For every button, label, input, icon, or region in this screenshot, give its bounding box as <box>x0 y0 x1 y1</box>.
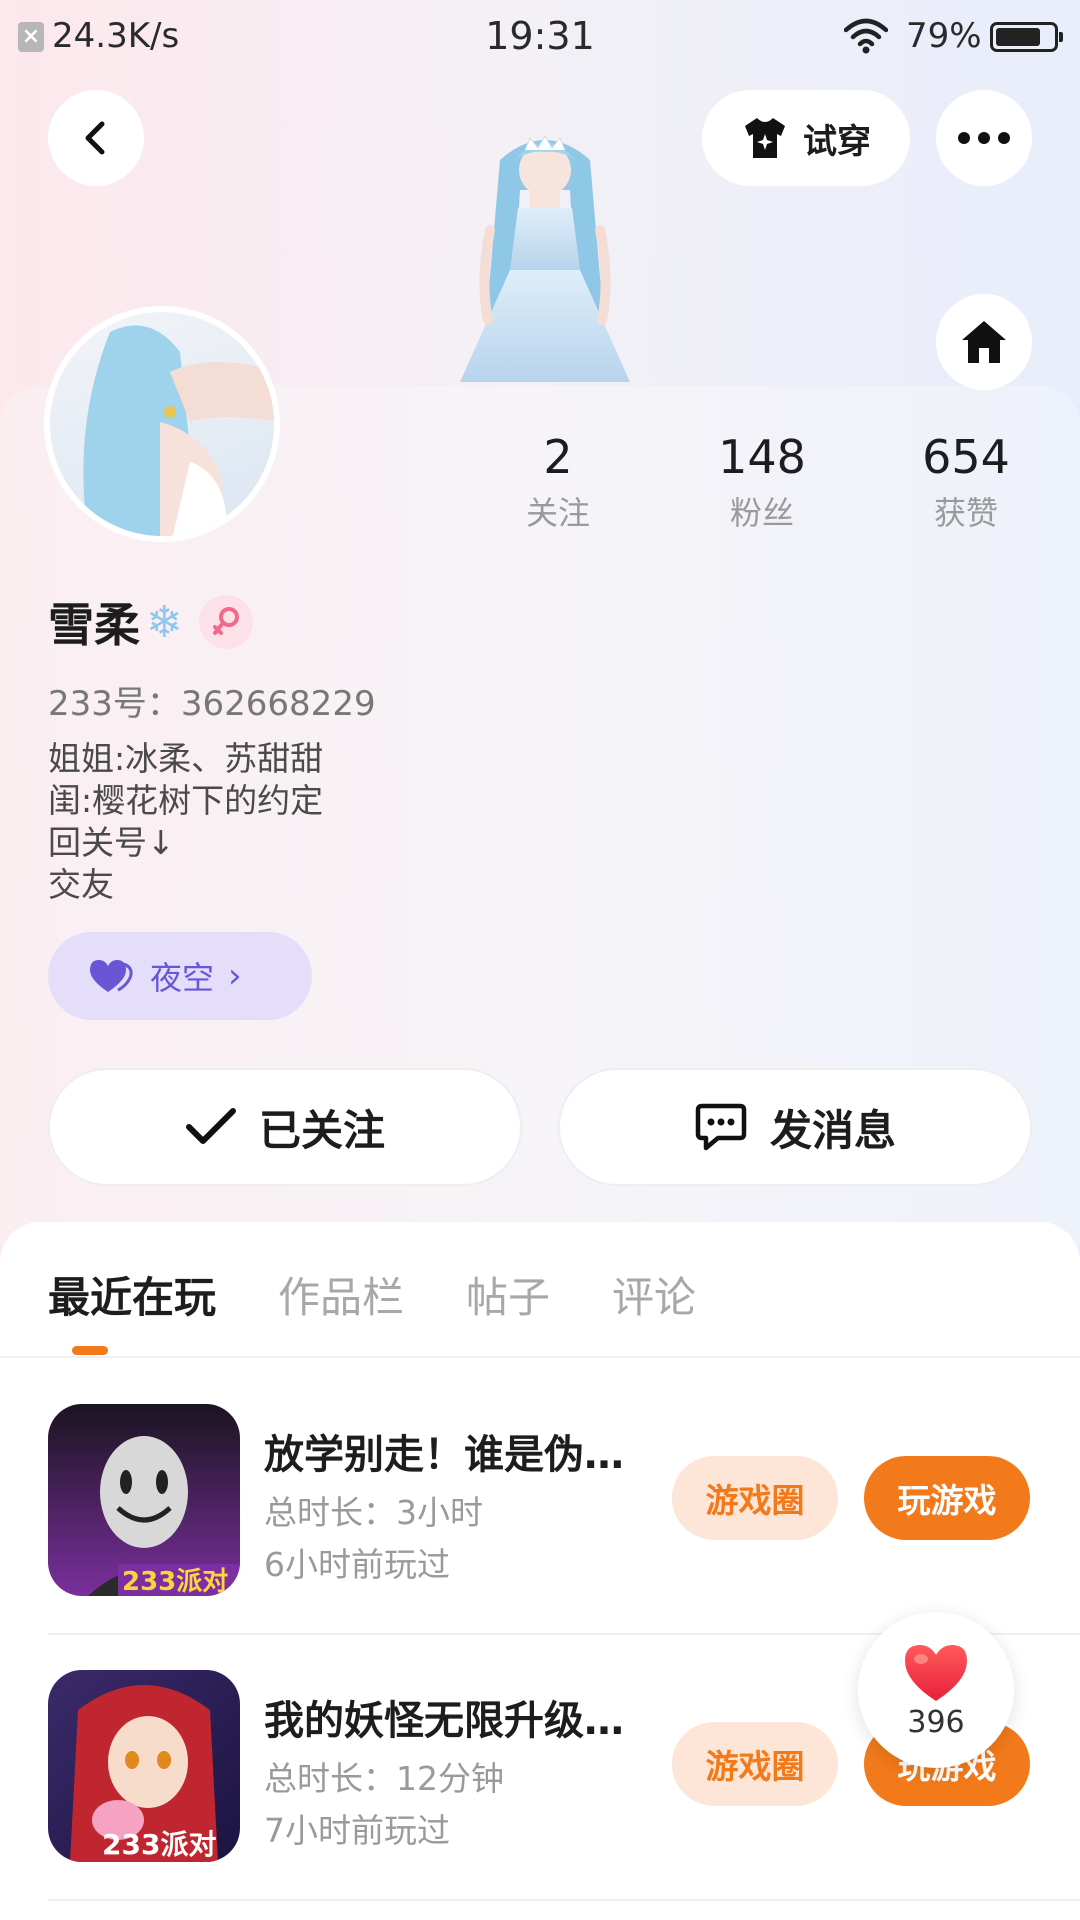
wifi-icon <box>844 18 888 54</box>
stat-label: 粉丝 <box>729 494 794 532</box>
bio-line: 姐姐:冰柔、苏甜甜 <box>48 739 324 778</box>
home-button[interactable] <box>936 294 1032 390</box>
home-icon <box>962 321 1006 363</box>
user-id: 233号：362668229 <box>48 684 376 724</box>
divider <box>0 1356 1080 1358</box>
relationship-tag[interactable]: 夜空 › <box>48 932 312 1020</box>
game-duration: 总时长：12分钟 <box>264 1759 504 1798</box>
more-dots-icon <box>958 132 1010 144</box>
send-message-button[interactable]: 发消息 <box>558 1068 1032 1186</box>
stat-following[interactable]: 2 关注 <box>478 430 638 534</box>
game-circle-button[interactable]: 游戏圈 <box>672 1456 838 1540</box>
content-panel: 最近在玩 作品栏 帖子 评论 233派对 放学别走！谁是伪… 总时长：3小时 6… <box>0 1222 1080 1920</box>
divider <box>48 1899 1080 1901</box>
game-duration: 总时长：3小时 <box>264 1493 483 1532</box>
more-button[interactable] <box>936 90 1032 186</box>
like-floating-button[interactable]: 396 <box>858 1612 1014 1768</box>
try-on-button[interactable]: 试穿 <box>702 90 910 186</box>
female-icon <box>198 595 253 649</box>
game-last-played: 7小时前玩过 <box>264 1811 450 1850</box>
tab-comments[interactable]: 评论 <box>612 1264 696 1334</box>
game-icon-badge: 233派对 <box>102 1828 216 1861</box>
snowflake-icon: ❄ <box>146 596 183 648</box>
stat-followers[interactable]: 148 粉丝 <box>682 430 842 534</box>
tab-posts[interactable]: 帖子 <box>466 1264 550 1334</box>
stat-likes: 654 获赞 <box>886 430 1046 534</box>
chat-icon <box>695 1103 747 1151</box>
bio-line: 闺:樱花树下的约定 <box>48 781 324 820</box>
tag-label: 夜空 <box>150 959 215 997</box>
battery-icon <box>990 22 1063 52</box>
stat-value: 2 <box>543 430 573 484</box>
tab-works[interactable]: 作品栏 <box>278 1264 404 1334</box>
stat-label: 关注 <box>525 494 590 532</box>
game-title: 放学别走！谁是伪… <box>264 1432 624 1478</box>
back-button[interactable] <box>48 90 144 186</box>
bio-line: 交友 <box>48 865 114 904</box>
play-game-button[interactable]: 玩游戏 <box>864 1456 1030 1540</box>
game-title: 我的妖怪无限升级… <box>264 1698 624 1744</box>
tab-recently-played[interactable]: 最近在玩 <box>48 1264 216 1334</box>
check-icon <box>185 1108 236 1144</box>
username: 雪柔 <box>48 598 140 652</box>
character-model-image <box>460 135 630 382</box>
battery-percent: 79% <box>906 16 982 56</box>
followed-label: 已关注 <box>258 1105 385 1155</box>
stat-value: 654 <box>922 430 1010 484</box>
game-circle-button[interactable]: 游戏圈 <box>672 1722 838 1806</box>
battery-level <box>996 28 1041 46</box>
bio-line: 回关号↓ <box>48 823 175 862</box>
back-arrow-icon <box>85 121 105 155</box>
message-label: 发消息 <box>769 1105 896 1155</box>
game-last-played: 6小时前玩过 <box>264 1545 450 1584</box>
list-item[interactable]: 233派对 放学别走！谁是伪… 总时长：3小时 6小时前玩过 游戏圈 玩游戏 <box>48 1404 1080 1624</box>
bio: 姐姐:冰柔、苏甜甜 闺:樱花树下的约定 回关号↓ 交友 <box>48 738 323 906</box>
try-on-label: 试穿 <box>803 121 871 162</box>
game-icon-badge: 233派对 <box>122 1567 228 1596</box>
heart-icon <box>90 960 133 992</box>
stat-value: 148 <box>718 430 806 484</box>
stat-label: 获赞 <box>933 494 998 532</box>
active-tab-indicator <box>72 1346 108 1355</box>
chevron-right-icon: › <box>228 956 242 996</box>
username-row: 雪柔 ❄ <box>48 592 253 652</box>
tab-bar: 最近在玩 作品栏 帖子 评论 <box>48 1264 758 1334</box>
game-icon: 233派对 <box>48 1404 240 1596</box>
tshirt-icon <box>745 118 785 158</box>
status-bar: × 24.3K/s 19:31 79% <box>0 0 1080 76</box>
heart-icon <box>905 1644 967 1701</box>
followed-button[interactable]: 已关注 <box>48 1068 522 1186</box>
avatar[interactable] <box>44 306 280 542</box>
game-icon: 233派对 <box>48 1670 240 1862</box>
like-count: 396 <box>907 1704 965 1740</box>
